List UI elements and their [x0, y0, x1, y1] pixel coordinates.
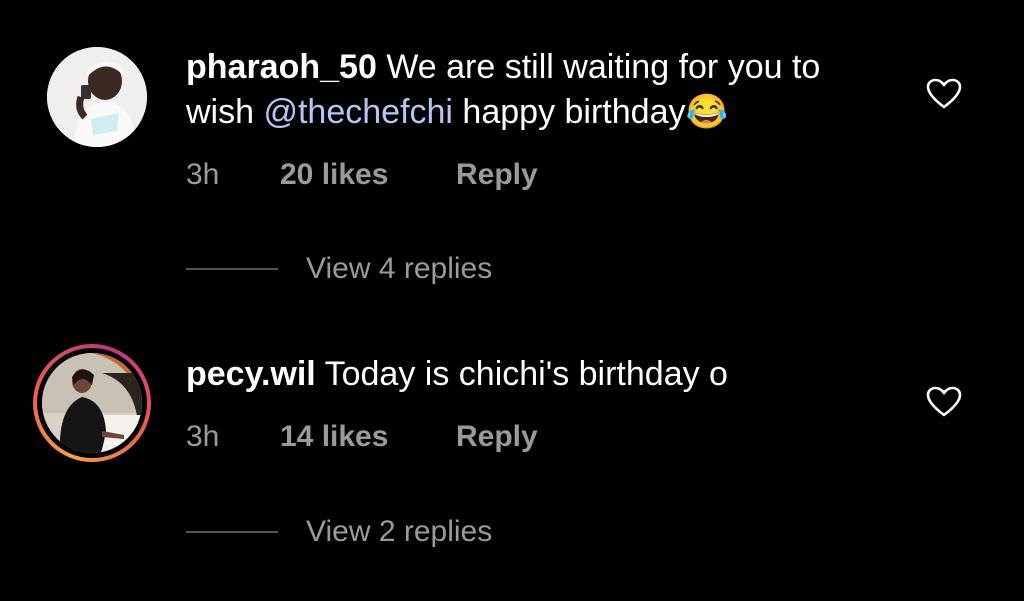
comment-text: pecy.wil Today is chichi's birthday o — [186, 352, 886, 397]
reply-button[interactable]: Reply — [456, 158, 538, 192]
avatar[interactable] — [47, 47, 147, 147]
comment-time: 3h — [186, 420, 220, 453]
comment-text: pharaoh_50 We are still waiting for you … — [186, 45, 886, 135]
comment-username[interactable]: pecy.wil — [186, 355, 316, 393]
comment-item: pharaoh_50 We are still waiting for you … — [0, 0, 1024, 300]
likes-count[interactable]: 14 likes — [280, 420, 456, 454]
heart-outline-icon[interactable] — [926, 78, 962, 110]
view-replies-label: View 2 replies — [306, 515, 493, 548]
replies-divider — [186, 531, 278, 533]
comment-body: Today is chichi's birthday o — [324, 355, 728, 393]
comment-username[interactable]: pharaoh_50 — [186, 48, 377, 86]
replies-divider — [186, 268, 278, 270]
view-replies-button[interactable]: View 4 replies — [186, 252, 492, 286]
likes-count[interactable]: 20 likes — [280, 158, 456, 192]
comment-body-end: happy birthday😂 — [452, 93, 728, 131]
avatar[interactable] — [42, 353, 142, 453]
heart-outline-icon[interactable] — [926, 386, 962, 418]
reply-button[interactable]: Reply — [456, 420, 538, 454]
comment-meta: 3h 14 likes Reply — [186, 420, 538, 454]
comment-meta: 3h 20 likes Reply — [186, 158, 538, 192]
profile-photo — [42, 353, 142, 453]
comment-time: 3h — [186, 158, 220, 191]
profile-photo — [47, 47, 147, 147]
mention-link[interactable]: @thechefchi — [263, 93, 453, 131]
view-replies-button[interactable]: View 2 replies — [186, 515, 492, 549]
comment-item: pecy.wil Today is chichi's birthday o 3h… — [0, 300, 1024, 601]
view-replies-label: View 4 replies — [306, 252, 493, 285]
